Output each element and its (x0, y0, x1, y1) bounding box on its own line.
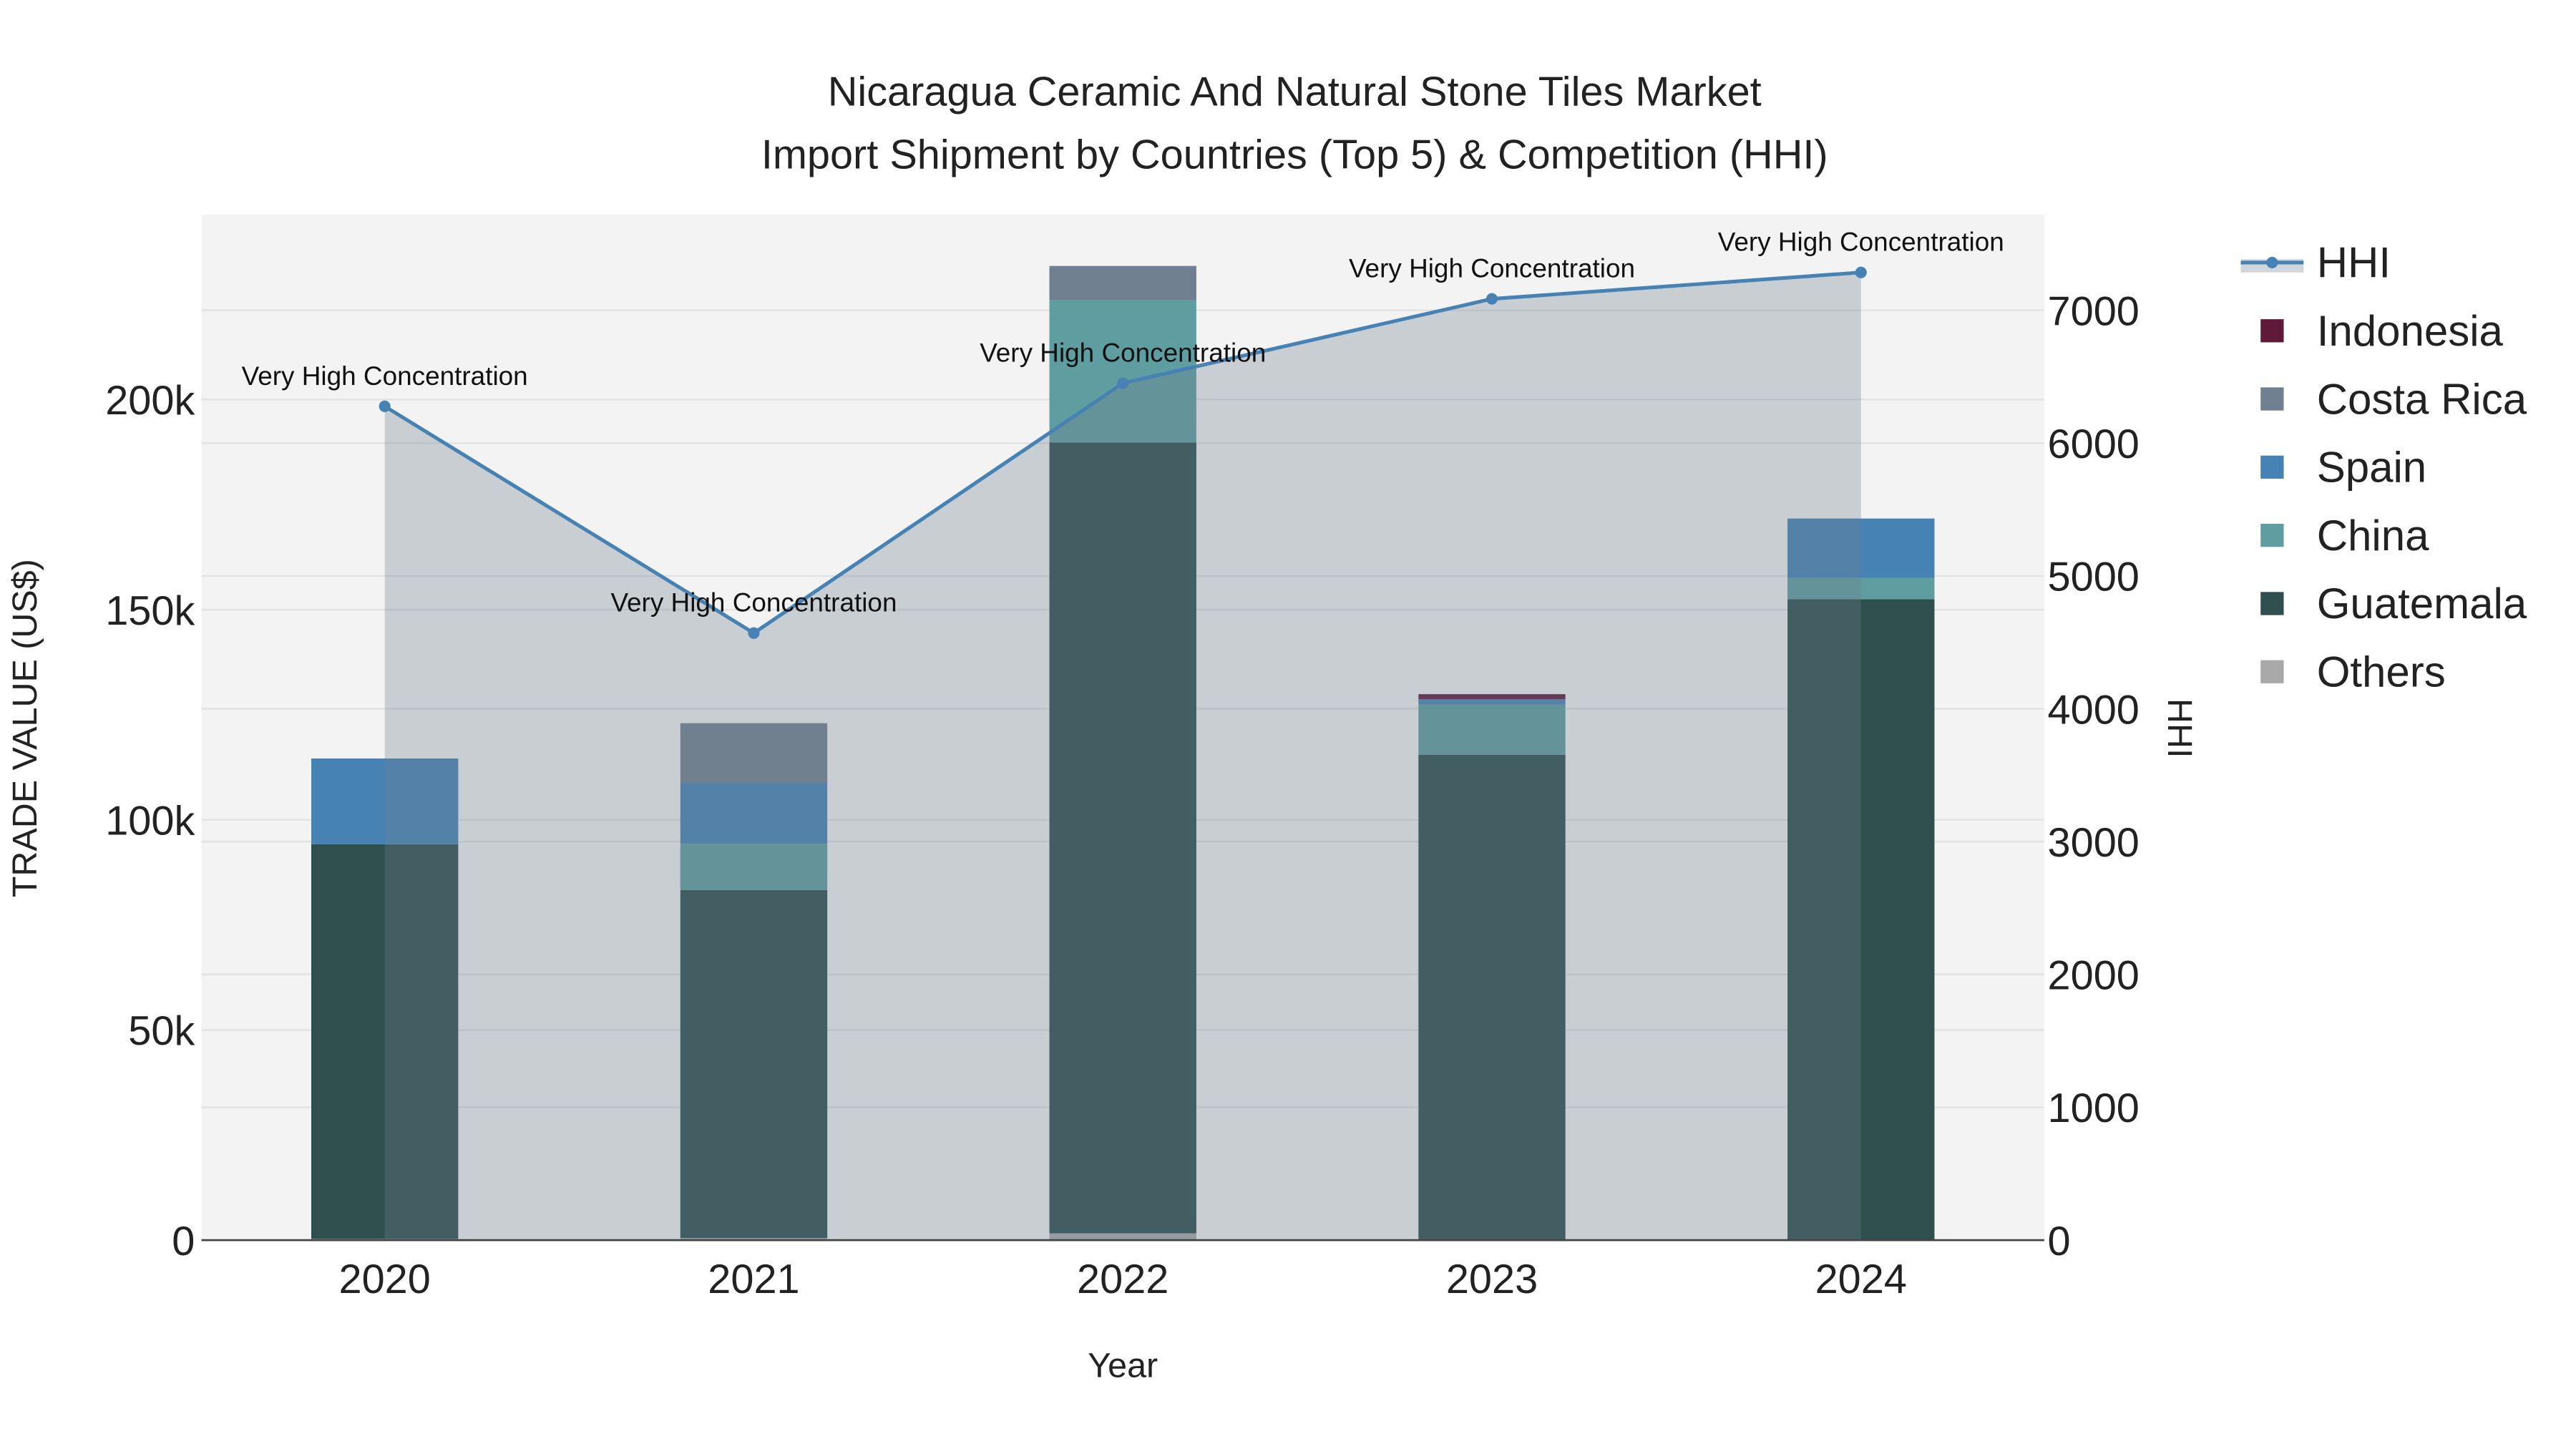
y2-tick-label: 0 (2048, 1219, 2071, 1264)
y2-axis-label: HHI (2160, 698, 2199, 758)
x-tick-label: 2023 (1446, 1257, 1538, 1302)
hhi-point-2021 (748, 627, 760, 639)
chart: Nicaragua Ceramic And Natural Stone Tile… (6, 69, 2527, 1385)
x-tick-label: 2024 (1815, 1257, 1907, 1302)
hhi-annotation: Very High Concentration (242, 361, 528, 391)
y-tick-label: 100k (105, 799, 195, 844)
legend-label-guatemala: Guatemala (2317, 580, 2527, 628)
y2-tick-label: 2000 (2048, 953, 2140, 999)
legend-label-indonesia: Indonesia (2317, 307, 2504, 355)
legend: HHI Indonesia Costa Rica Spain China Guatemal… (2240, 239, 2527, 696)
legend-swatch-others (2260, 660, 2284, 683)
bar-costa-rica-2022 (1049, 265, 1196, 301)
legend-label-costa-rica: Costa Rica (2317, 375, 2527, 423)
hhi-point-2024 (1855, 266, 1867, 278)
y-axis-ticks: 0 50k 100k 150k 200k (105, 378, 195, 1264)
legend-swatch-guatemala (2260, 592, 2284, 615)
y2-axis-ticks: 0 1000 2000 3000 4000 5000 6000 7000 (2048, 288, 2140, 1264)
legend-swatch-spain (2260, 455, 2284, 479)
legend-swatch-hhi-marker (2266, 256, 2278, 268)
legend-label-hhi: HHI (2317, 239, 2391, 287)
y-axis-label: TRADE VALUE (US$) (6, 559, 44, 897)
hhi-annotation: Very High Concentration (1349, 254, 1635, 283)
chart-title-line1: Nicaragua Ceramic And Natural Stone Tile… (828, 69, 1762, 115)
x-tick-label: 2022 (1077, 1257, 1169, 1302)
y-tick-label: 0 (172, 1219, 195, 1264)
y-tick-label: 150k (105, 588, 195, 634)
y2-tick-label: 7000 (2048, 288, 2140, 334)
hhi-annotation: Very High Concentration (1718, 228, 2004, 257)
y2-tick-label: 5000 (2048, 555, 2140, 600)
hhi-annotation: Very High Concentration (980, 338, 1266, 368)
legend-swatch-indonesia (2260, 319, 2284, 343)
legend-label-china: China (2317, 512, 2429, 560)
hhi-layer: Very High Concentration Very High Concent… (242, 228, 2004, 1241)
y2-tick-label: 4000 (2048, 687, 2140, 733)
chart-title-line2: Import Shipment by Countries (Top 5) & C… (761, 132, 1828, 177)
y2-tick-label: 1000 (2048, 1085, 2140, 1131)
legend-swatch-china (2260, 524, 2284, 547)
y2-tick-label: 3000 (2048, 820, 2140, 866)
hhi-point-2023 (1485, 293, 1498, 305)
y-tick-label: 50k (128, 1008, 195, 1054)
legend-label-spain: Spain (2317, 444, 2426, 492)
x-tick-label: 2020 (339, 1257, 431, 1302)
x-axis-label: Year (1088, 1347, 1158, 1385)
y-tick-label: 200k (105, 378, 195, 424)
hhi-point-2022 (1117, 377, 1129, 389)
legend-label-others: Others (2317, 648, 2446, 696)
hhi-annotation: Very High Concentration (610, 588, 897, 618)
legend-swatch-costa-rica (2260, 387, 2284, 411)
x-tick-label: 2021 (708, 1257, 799, 1302)
x-axis-ticks: 2020 2021 2022 2023 2024 (339, 1257, 1907, 1302)
hhi-point-2020 (379, 400, 391, 412)
y2-tick-label: 6000 (2048, 421, 2140, 467)
